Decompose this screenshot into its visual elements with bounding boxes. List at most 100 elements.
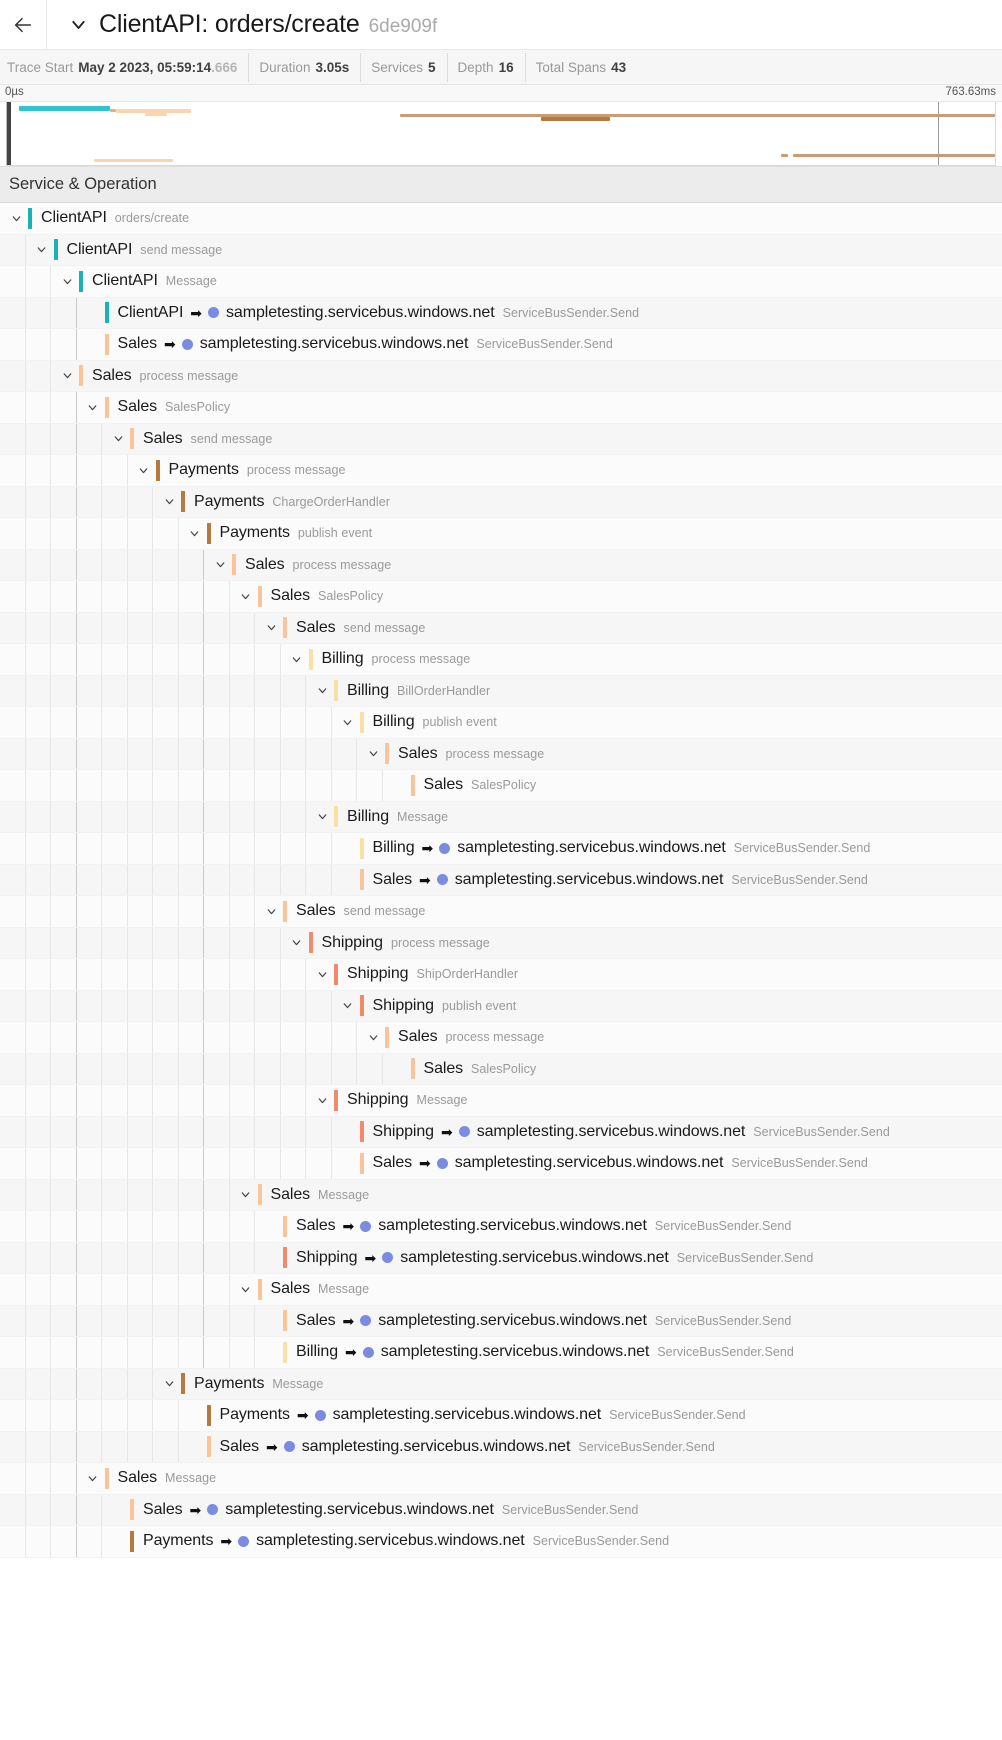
span-row[interactable]: Sales ➡ sampletesting.servicebus.windows.n… [0,1148,1002,1180]
span-row[interactable]: Shipping ➡ sampletesting.servicebus.window… [0,1242,1002,1274]
span-row[interactable]: Sales process message [0,549,1002,581]
span-row[interactable]: Sales SalesPolicy [0,770,1002,802]
chevron-down-icon[interactable] [364,745,382,763]
span-row-content: ClientAPI orders/create [7,207,189,229]
chevron-down-icon[interactable] [262,902,280,920]
indent-guide-line [26,833,51,864]
chevron-down-icon[interactable] [84,1469,102,1487]
chevron-down-icon[interactable] [339,997,357,1015]
span-row[interactable]: Sales Message [0,1274,1002,1306]
indent-guide-line [26,1431,51,1462]
span-row[interactable]: Sales process message [0,1022,1002,1054]
span-row[interactable]: Payments ➡ sampletesting.servicebus.window… [0,1526,1002,1558]
chevron-down-icon[interactable] [237,1280,255,1298]
chevron-down-icon[interactable] [339,713,357,731]
service-color-bar [257,1278,262,1300]
span-row[interactable]: Payments ➡ sampletesting.servicebus.window… [0,1400,1002,1432]
service-name: Shipping [372,996,435,1014]
span-row[interactable]: ClientAPI send message [0,234,1002,266]
span-row[interactable]: Billing publish event [0,707,1002,739]
span-row[interactable]: ClientAPI ➡ sampletesting.servicebus.windo… [0,297,1002,329]
trace-minimap[interactable]: 0µs 763.63ms [0,85,1002,167]
indent-guide-line [26,1211,51,1242]
span-row[interactable]: ClientAPI orders/create [0,203,1002,235]
span-row[interactable]: Payments publish event [0,518,1002,550]
indent-guide-line [0,612,26,643]
indent-guide-line [77,1274,102,1305]
indent-guide-line [204,770,230,801]
span-row[interactable]: Sales ➡ sampletesting.servicebus.windows.n… [0,864,1002,896]
span-row[interactable]: Shipping Message [0,1085,1002,1117]
indent-guide-line [204,1022,230,1053]
chevron-down-icon[interactable] [58,272,76,290]
span-row[interactable]: Billing BillOrderHandler [0,675,1002,707]
span-row[interactable]: Sales process message [0,360,1002,392]
span-row[interactable]: Payments ChargeOrderHandler [0,486,1002,518]
chevron-down-icon[interactable] [68,14,89,35]
span-row[interactable]: Shipping publish event [0,990,1002,1022]
service-name: Sales [92,366,132,384]
chevron-down-icon[interactable] [160,1375,178,1393]
column-header-service-operation: Service & Operation [0,167,1002,203]
indent-guide-line [128,959,153,990]
span-row[interactable]: Payments Message [0,1368,1002,1400]
chevron-down-icon[interactable] [7,209,25,227]
operation-name: publish event [422,715,497,730]
chevron-down-icon[interactable] [237,587,255,605]
span-row[interactable]: Shipping process message [0,927,1002,959]
indent-guide-line [281,990,306,1021]
span-row[interactable]: Sales ➡ sampletesting.servicebus.windows.n… [0,1494,1002,1526]
chevron-down-icon[interactable] [109,430,127,448]
span-row[interactable]: Sales process message [0,738,1002,770]
chevron-down-icon[interactable] [288,934,306,952]
span-row[interactable]: ClientAPI Message [0,266,1002,298]
chevron-down-icon[interactable] [135,461,153,479]
indent-guide-line [51,1148,77,1179]
chevron-down-icon[interactable] [33,241,51,259]
span-row[interactable]: Sales ➡ sampletesting.servicebus.windows.n… [0,329,1002,361]
span-row[interactable]: Sales send message [0,423,1002,455]
indent-guide-line [230,770,255,801]
chevron-down-icon[interactable] [58,367,76,385]
span-row[interactable]: Shipping ShipOrderHandler [0,959,1002,991]
service-name: Sales [117,1469,158,1487]
span-row[interactable]: Sales send message [0,612,1002,644]
chevron-down-icon[interactable] [364,1028,382,1046]
span-row-content: Sales send message [262,617,425,639]
service-name: Sales [398,744,438,762]
meta-item-trace-start: Trace Start May 2 2023, 05:59:14.666 [7,60,248,75]
chevron-down-icon[interactable] [288,650,306,668]
chevron-down-icon[interactable] [313,808,331,826]
chevron-down-icon[interactable] [262,619,280,637]
chevron-down-icon[interactable] [84,398,102,416]
chevron-down-icon[interactable] [237,1186,255,1204]
span-row[interactable]: Payments process message [0,455,1002,487]
span-row[interactable]: Sales send message [0,896,1002,928]
chevron-down-icon[interactable] [313,682,331,700]
span-row[interactable]: Sales ➡ sampletesting.servicebus.windows.n… [0,1431,1002,1463]
chevron-down-icon[interactable] [186,524,204,542]
span-row[interactable]: Billing Message [0,801,1002,833]
span-row[interactable]: Billing process message [0,644,1002,676]
span-row[interactable]: Sales SalesPolicy [0,1053,1002,1085]
back-button[interactable] [0,0,47,50]
span-row-content: Payments process message [135,459,346,481]
span-row[interactable]: Sales Message [0,1179,1002,1211]
chevron-down-icon[interactable] [160,493,178,511]
chevron-down-icon[interactable] [313,1091,331,1109]
span-row[interactable]: Sales ➡ sampletesting.servicebus.windows.n… [0,1305,1002,1337]
span-row[interactable]: Sales Message [0,1463,1002,1495]
minimap-drag-handle[interactable] [7,102,11,165]
indent-guides [0,360,51,391]
span-row[interactable]: Sales SalesPolicy [0,581,1002,613]
minimap-canvas[interactable] [6,102,996,166]
chevron-down-icon[interactable] [211,556,229,574]
span-row[interactable]: Sales ➡ sampletesting.servicebus.windows.n… [0,1211,1002,1243]
span-row[interactable]: Sales SalesPolicy [0,392,1002,424]
chevron-down-icon[interactable] [313,965,331,983]
span-row[interactable]: Shipping ➡ sampletesting.servicebus.window… [0,1116,1002,1148]
indent-guide-line [179,896,204,927]
span-row[interactable]: Billing ➡ sampletesting.servicebus.windows… [0,1337,1002,1369]
indent-guide-line [128,864,153,895]
span-row[interactable]: Billing ➡ sampletesting.servicebus.windows… [0,833,1002,865]
